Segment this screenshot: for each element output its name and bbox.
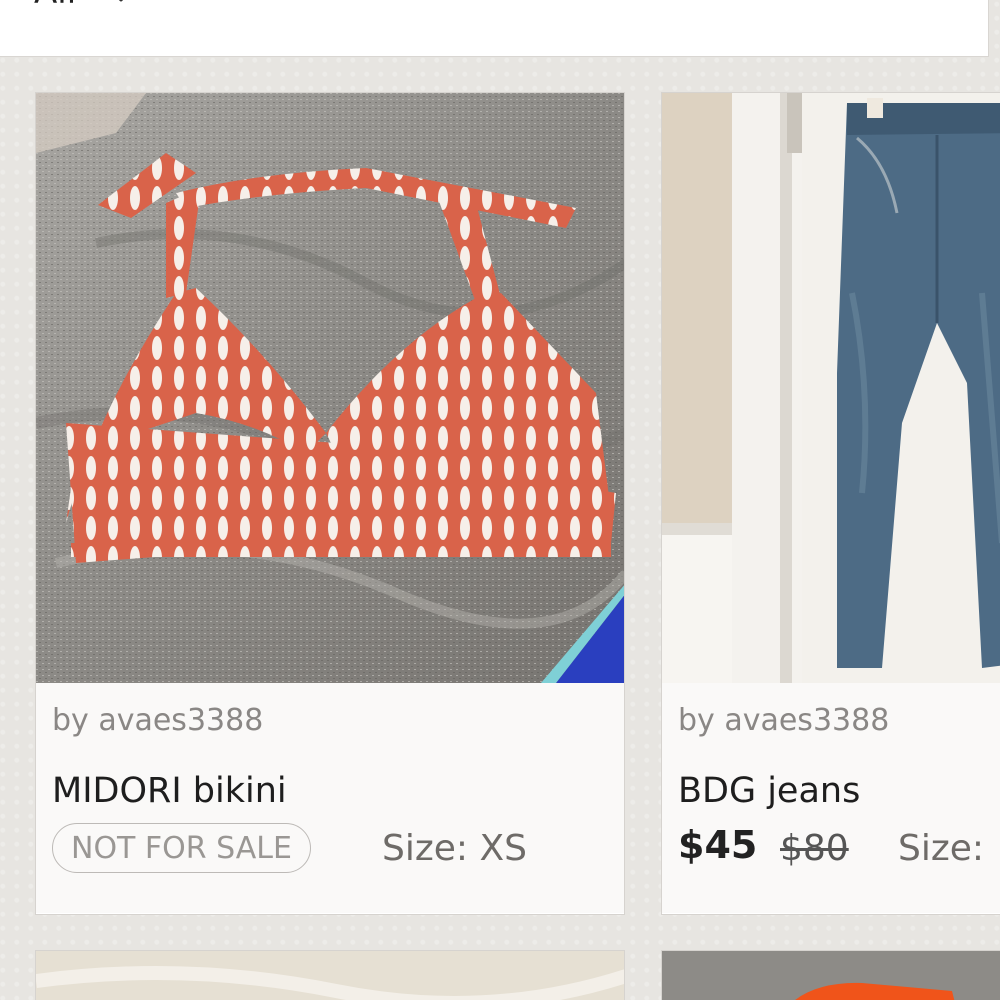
listing-photo <box>662 951 1000 1000</box>
filter-bar[interactable]: All <box>0 0 989 57</box>
listing-photo-bikini[interactable] <box>36 93 624 683</box>
bikini-photo <box>36 93 624 683</box>
seller-name[interactable]: by avaes3388 <box>678 703 889 738</box>
listing-title[interactable]: BDG jeans <box>678 771 860 811</box>
listing-size: Size: XS <box>382 828 527 869</box>
listing-card[interactable] <box>35 950 625 1000</box>
listing-card[interactable]: by avaes3388 MIDORI bikini NOT FOR SALE … <box>35 92 625 915</box>
listing-photo-jeans[interactable] <box>662 93 1000 683</box>
listing-info: by avaes3388 BDG jeans $45 $80 Size: <box>662 683 1000 913</box>
chevron-down-icon[interactable] <box>106 0 136 4</box>
jeans-photo <box>662 93 1000 683</box>
seller-name[interactable]: by avaes3388 <box>52 703 263 738</box>
not-for-sale-badge: NOT FOR SALE <box>52 823 311 873</box>
listing-photo <box>36 951 624 1000</box>
listing-card[interactable]: by avaes3388 BDG jeans $45 $80 Size: <box>661 92 1000 915</box>
listing-info: by avaes3388 MIDORI bikini NOT FOR SALE … <box>36 683 624 913</box>
listing-original-price: $80 <box>780 828 849 869</box>
filter-dropdown-label[interactable]: All <box>34 0 76 12</box>
listing-title[interactable]: MIDORI bikini <box>52 771 287 811</box>
listing-feed: All <box>0 0 1000 1000</box>
listing-card[interactable] <box>661 950 1000 1000</box>
listing-price: $45 <box>678 823 758 867</box>
listing-size: Size: <box>898 828 985 869</box>
